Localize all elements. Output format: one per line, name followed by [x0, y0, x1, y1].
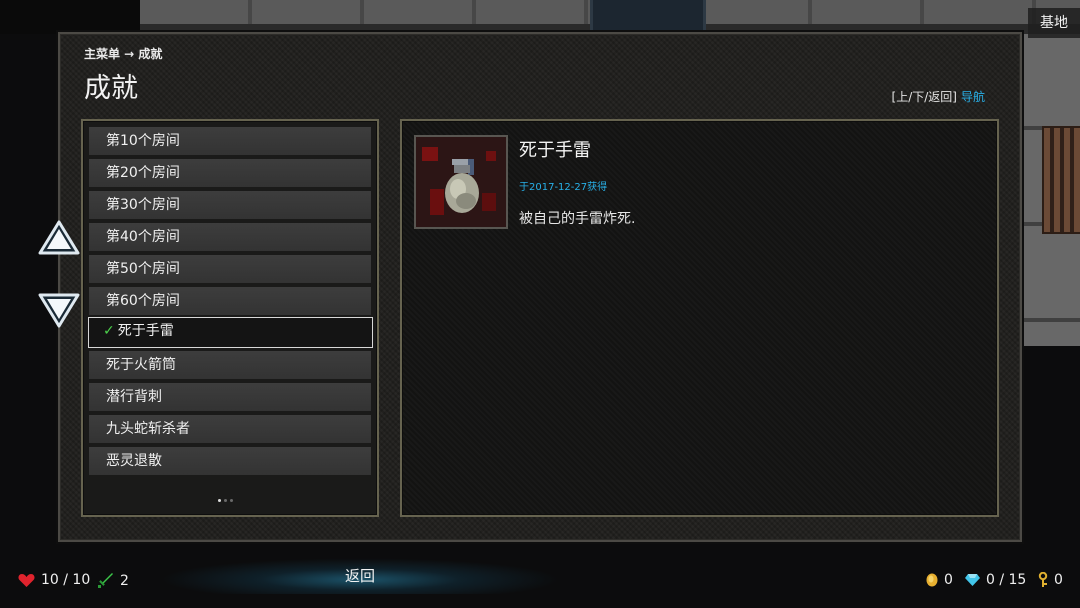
sword-icon	[98, 573, 113, 588]
scroll-up-arrow[interactable]	[38, 220, 80, 256]
gem-icon	[965, 574, 980, 586]
gold-value: 0	[944, 572, 953, 588]
achievement-item-selected[interactable]: ✓ 死于手雷	[88, 317, 373, 348]
achievement-item[interactable]: 九头蛇斩杀者	[89, 415, 371, 443]
achievement-label: 九头蛇斩杀者	[106, 421, 190, 437]
achievement-label: 死于火箭筒	[106, 357, 176, 373]
achievement-label: 第60个房间	[106, 293, 180, 309]
dark-corner	[0, 0, 140, 34]
breadcrumb: 主菜单 → 成就	[84, 47, 163, 61]
blue-door	[590, 0, 706, 34]
achievement-item[interactable]: 第50个房间	[89, 255, 371, 283]
achievement-item[interactable]: 恶灵退散	[89, 447, 371, 475]
achievement-label: 潜行背刺	[106, 389, 162, 405]
achievement-label: 第40个房间	[106, 229, 180, 245]
checkmark-icon: ✓	[103, 323, 115, 339]
achievement-item[interactable]: 第10个房间	[89, 127, 371, 155]
achievement-item[interactable]: 第20个房间	[89, 159, 371, 187]
nav-keys: [上/下/返回]	[891, 90, 957, 104]
achievement-label: 第30个房间	[106, 197, 180, 213]
key-stat: 0	[1038, 572, 1063, 588]
key-icon	[1038, 572, 1048, 587]
achievement-item[interactable]: 第40个房间	[89, 223, 371, 251]
page-dot	[230, 499, 233, 502]
attack-stat: 2	[97, 572, 129, 589]
health-stat: 10 / 10	[18, 572, 90, 588]
gem-stat: 0 / 15	[965, 572, 1026, 588]
key-value: 0	[1054, 572, 1063, 588]
achievement-item[interactable]: 第30个房间	[89, 191, 371, 219]
wooden-door	[1042, 126, 1080, 234]
achievement-item[interactable]: 潜行背刺	[89, 383, 371, 411]
nav-action: 导航	[960, 90, 985, 104]
achievement-label: 恶灵退散	[106, 453, 162, 469]
detail-date: 于2017-12-27获得	[519, 182, 608, 193]
navigation-hint: [上/下/返回] 导航	[892, 88, 985, 105]
location-label: 基地	[1028, 8, 1080, 38]
page-dot	[224, 499, 227, 502]
coin-icon	[926, 573, 938, 587]
page-dot-active	[218, 499, 221, 502]
detail-description: 被自己的手雷炸死.	[519, 211, 636, 227]
achievement-label: 第50个房间	[106, 261, 180, 277]
scroll-down-arrow[interactable]	[38, 292, 80, 328]
heart-icon	[18, 573, 35, 587]
page-title: 成就	[84, 73, 138, 104]
achievement-item[interactable]: 死于火箭筒	[89, 351, 371, 379]
detail-title: 死于手雷	[519, 140, 591, 161]
gem-value: 0 / 15	[986, 572, 1027, 588]
achievement-label: 死于手雷	[117, 323, 174, 339]
page-indicator	[218, 499, 233, 502]
gold-stat: 0	[926, 572, 953, 588]
achievement-label: 第10个房间	[106, 133, 180, 149]
health-value: 10 / 10	[41, 572, 91, 588]
grenade-icon	[414, 135, 508, 229]
achievement-item[interactable]: 第60个房间	[89, 287, 371, 315]
achievement-label: 第20个房间	[106, 165, 180, 181]
back-button[interactable]: 返回	[160, 558, 560, 594]
attack-value: 2	[120, 572, 129, 589]
